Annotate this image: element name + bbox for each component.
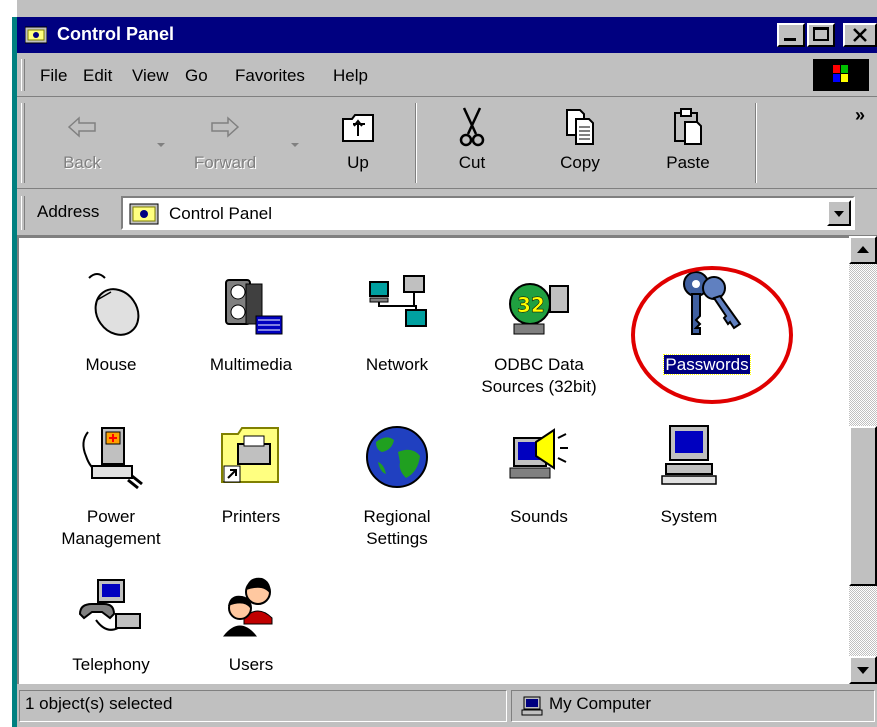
control-panel-window: Control Panel File Edit View Go Favorite… — [0, 0, 877, 727]
computer-icon — [661, 425, 717, 485]
title-bar[interactable]: Control Panel — [17, 17, 877, 53]
menu-file[interactable]: File — [40, 66, 67, 86]
menu-edit[interactable]: Edit — [83, 66, 112, 86]
item-users[interactable]: Users — [191, 568, 311, 676]
multimedia-icon — [225, 279, 283, 335]
mouse-icon — [88, 273, 140, 336]
paste-label: Paste — [666, 153, 710, 172]
status-zone-text: My Computer — [549, 694, 652, 713]
item-label: Power Management — [61, 507, 161, 548]
address-label: Address — [37, 202, 100, 221]
copy-button[interactable]: Copy — [545, 105, 615, 183]
forward-label: Forward — [193, 153, 257, 172]
toolbar-separator-2 — [755, 103, 757, 183]
telephone-icon — [78, 579, 141, 631]
menu-favorites[interactable]: Favorites — [235, 66, 305, 86]
vertical-scrollbar[interactable] — [849, 236, 877, 684]
scroll-up-button[interactable] — [849, 236, 877, 264]
forward-dropdown-arrow[interactable] — [291, 143, 299, 147]
item-label: Telephony — [72, 655, 150, 674]
menu-help[interactable]: Help — [333, 66, 368, 86]
item-mouse[interactable]: Mouse — [51, 268, 171, 376]
item-label: Printers — [221, 507, 281, 526]
copy-icon — [566, 109, 594, 145]
item-printers[interactable]: Printers — [191, 420, 311, 528]
back-label: Back — [63, 153, 101, 172]
item-telephony[interactable]: Telephony — [51, 568, 171, 676]
scroll-thumb[interactable] — [849, 426, 877, 586]
item-network[interactable]: Network — [337, 268, 457, 376]
toolbar-more-chevron[interactable]: » — [855, 105, 865, 126]
scroll-down-button[interactable] — [849, 656, 877, 684]
item-label: Multimedia — [209, 355, 293, 374]
speaker-icon — [509, 428, 568, 479]
item-label: Mouse — [85, 355, 137, 374]
paste-button[interactable]: Paste — [653, 105, 723, 183]
item-label: Regional Settings — [363, 507, 431, 548]
globe-icon — [366, 426, 428, 488]
power-icon — [82, 427, 143, 490]
maximize-button[interactable] — [807, 23, 835, 47]
menu-bar: File Edit View Go Favorites Help — [17, 53, 877, 97]
toolbar-grip[interactable] — [21, 103, 25, 183]
toolbar-separator — [415, 103, 417, 183]
item-regional-settings[interactable]: Regional Settings — [337, 420, 457, 550]
paste-icon — [674, 108, 702, 145]
icon-view: Mouse Multimedia Network 32 ODBC Data So… — [17, 236, 849, 684]
up-folder-icon — [342, 114, 374, 142]
item-odbc[interactable]: 32 ODBC Data Sources (32bit) — [479, 268, 599, 398]
close-button[interactable] — [843, 23, 877, 47]
address-bar: Address Control Panel — [17, 190, 877, 236]
control-panel-icon — [25, 26, 47, 44]
status-selection-text: 1 object(s) selected — [25, 694, 173, 713]
copy-label: Copy — [560, 153, 600, 172]
my-computer-icon — [521, 696, 543, 716]
back-dropdown-arrow[interactable] — [157, 143, 165, 147]
back-button[interactable]: Back — [47, 105, 117, 183]
item-label: Users — [228, 655, 274, 674]
item-passwords[interactable]: Passwords — [647, 268, 767, 376]
address-value: Control Panel — [169, 204, 273, 223]
printers-folder-icon — [221, 427, 279, 483]
window-title: Control Panel — [57, 24, 175, 44]
address-grip[interactable] — [21, 196, 25, 230]
menu-grip[interactable] — [21, 59, 25, 91]
item-system[interactable]: System — [629, 420, 749, 528]
standard-toolbar: Back Forward Up Cut Copy Paste » — [17, 97, 877, 189]
item-label: Passwords — [663, 354, 751, 375]
forward-arrow-icon — [211, 116, 240, 138]
status-bar: 1 object(s) selected My Computer — [17, 684, 877, 727]
up-button[interactable]: Up — [323, 105, 393, 183]
cut-button[interactable]: Cut — [437, 105, 507, 183]
item-label: Network — [365, 355, 429, 374]
address-field[interactable]: Control Panel — [121, 196, 855, 230]
control-panel-icon — [129, 203, 159, 225]
address-dropdown-button[interactable] — [827, 200, 851, 226]
keys-icon — [683, 271, 742, 335]
item-multimedia[interactable]: Multimedia — [191, 268, 311, 376]
menu-view[interactable]: View — [132, 66, 169, 86]
windows-flag-icon — [833, 65, 848, 82]
svg-text:32: 32 — [517, 293, 545, 317]
users-icon — [222, 577, 273, 637]
item-power-management[interactable]: Power Management — [51, 420, 171, 550]
item-sounds[interactable]: Sounds — [479, 420, 599, 528]
close-icon — [853, 28, 867, 42]
item-label: ODBC Data Sources (32bit) — [481, 355, 597, 396]
minimize-button[interactable] — [777, 23, 805, 47]
item-label: System — [660, 507, 718, 526]
odbc-icon: 32 — [509, 283, 569, 335]
cut-label: Cut — [458, 153, 486, 172]
scissors-icon — [459, 107, 485, 147]
item-label: Sounds — [510, 507, 568, 526]
up-label: Up — [347, 153, 369, 172]
network-icon — [369, 275, 427, 327]
menu-go[interactable]: Go — [185, 66, 208, 86]
back-arrow-icon — [67, 116, 96, 138]
forward-button[interactable]: Forward — [185, 105, 265, 183]
windows-logo — [813, 59, 869, 91]
